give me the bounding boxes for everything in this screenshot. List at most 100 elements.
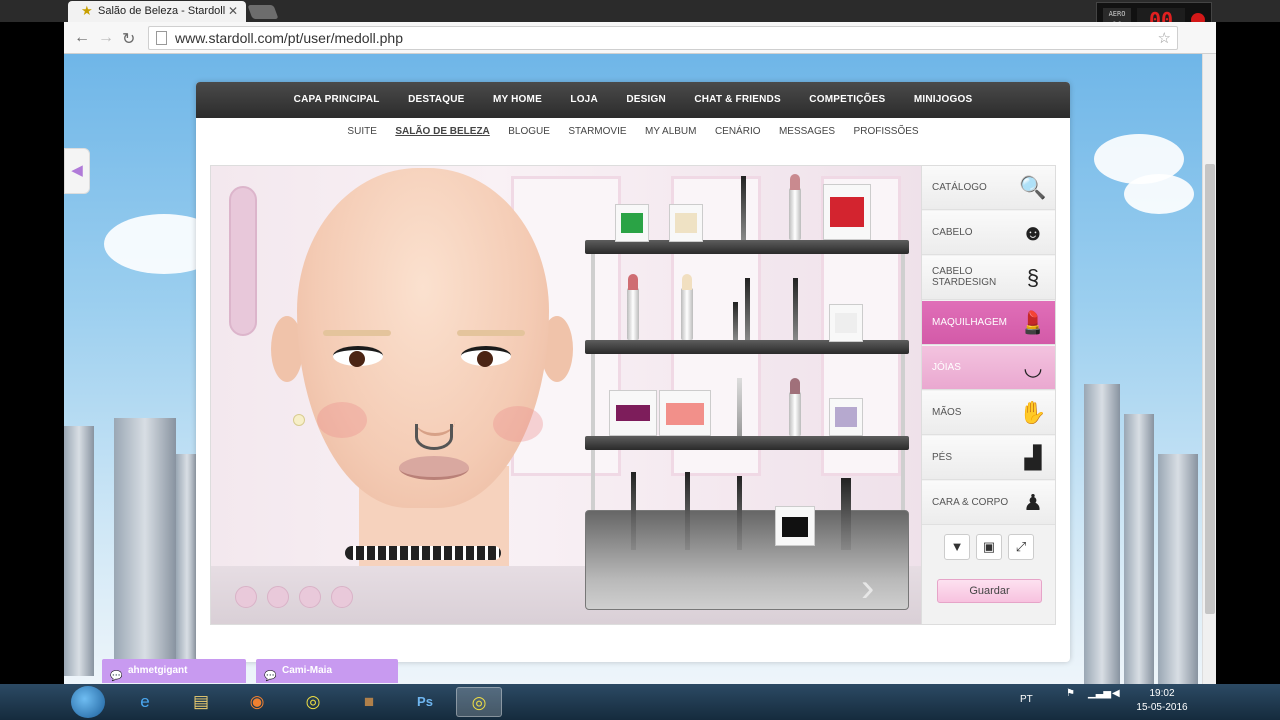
- menu-maos[interactable]: MÃOS ✋: [922, 391, 1055, 435]
- subnav-starmovie[interactable]: STARMOVIE: [568, 118, 626, 146]
- eyeshadow-lavender[interactable]: [829, 398, 863, 436]
- nav-destaque[interactable]: DESTAQUE: [408, 82, 464, 118]
- address-bar[interactable]: www.stardoll.com/pt/user/medoll.php ☆: [148, 26, 1178, 50]
- building-decoration: [114, 418, 176, 678]
- firefox-icon[interactable]: ◉: [234, 687, 280, 717]
- foot-icon: ▟: [1024, 445, 1042, 470]
- nav-competicoes[interactable]: COMPETIÇÕES: [809, 82, 885, 118]
- shelf-pole: [591, 246, 595, 516]
- left-border: [0, 22, 64, 684]
- eyeliner-item[interactable]: [737, 378, 742, 436]
- subnav-suite[interactable]: SUITE: [347, 118, 376, 146]
- fullscreen-button[interactable]: ⤢: [1008, 534, 1034, 560]
- blush-coral[interactable]: [659, 390, 711, 436]
- reload-icon[interactable]: ↻: [122, 29, 135, 49]
- page-icon: [156, 31, 167, 45]
- subnav-my-album[interactable]: MY ALBUM: [645, 118, 697, 146]
- menu-cabelo[interactable]: CABELO ☻: [922, 211, 1055, 255]
- bookmark-star-icon[interactable]: ☆: [1158, 29, 1171, 47]
- eyeshadow-palette-purple[interactable]: [609, 390, 657, 436]
- nav-chat-friends[interactable]: CHAT & FRIENDS: [694, 82, 781, 118]
- menu-maquilhagem[interactable]: MAQUILHAGEM 💄: [922, 301, 1055, 345]
- subnav-salao-de-beleza[interactable]: SALÃO DE BELEZA: [395, 118, 489, 146]
- lipstick-mauve[interactable]: [789, 378, 801, 436]
- makeover-stage: › CATÁLOGO 🔍 CABELO ☻ CABELO STARDESIGN …: [210, 165, 1056, 625]
- forward-arrow-icon[interactable]: →: [98, 29, 114, 47]
- next-arrow-icon[interactable]: ›: [861, 566, 874, 611]
- taskbar: e ▤ ◉ ◎ ■ Ps ◎ PT ⚑ ▁▃▅ ◀ 19:02 15-05-20…: [0, 684, 1280, 720]
- menu-cabelo-stardesign[interactable]: CABELO STARDESIGN §: [922, 256, 1055, 300]
- announcement-tab[interactable]: ◀: [64, 148, 90, 194]
- file-explorer-icon[interactable]: ▤: [178, 687, 224, 717]
- mascara-item[interactable]: [741, 176, 746, 240]
- menu-catalogo[interactable]: CATÁLOGO 🔍: [922, 166, 1055, 210]
- eyeliner-item[interactable]: [631, 472, 636, 550]
- shelf-top: [585, 240, 909, 254]
- makeup-icon: 💄: [1019, 310, 1047, 335]
- chrome-icon[interactable]: ◎: [290, 687, 336, 717]
- eyeliner-item[interactable]: [745, 278, 750, 340]
- mascara-item[interactable]: [793, 278, 798, 340]
- eyeshadow-black[interactable]: [775, 506, 815, 546]
- back-arrow-icon[interactable]: ←: [74, 29, 90, 47]
- rotate-left-button[interactable]: [235, 586, 257, 608]
- right-border: [1216, 22, 1280, 684]
- start-button[interactable]: [71, 686, 105, 718]
- eyeshadow-white[interactable]: [829, 304, 863, 342]
- beauty-salon-panel: CAPA PRINCIPAL DESTAQUE MY HOME LOJA DES…: [196, 82, 1070, 662]
- category-menu: CATÁLOGO 🔍 CABELO ☻ CABELO STARDESIGN § …: [921, 166, 1055, 624]
- chat-tab-cami-maia[interactable]: 💬 Cami-Maia: [256, 659, 398, 683]
- mascara-item[interactable]: [737, 476, 742, 550]
- menu-pes[interactable]: PÉS ▟: [922, 436, 1055, 480]
- nav-loja[interactable]: LOJA: [570, 82, 597, 118]
- reset-button[interactable]: [331, 586, 353, 608]
- rotate-right-button[interactable]: [267, 586, 289, 608]
- language-indicator[interactable]: PT: [1020, 694, 1033, 705]
- close-tab-icon[interactable]: ✕: [228, 4, 238, 18]
- cloud-decoration: [1124, 174, 1194, 214]
- chat-tab-ahmetgigant[interactable]: 💬 ahmetgigant: [102, 659, 246, 683]
- outfit-button[interactable]: ▼: [944, 534, 970, 560]
- system-clock[interactable]: 19:02 15-05-2016: [1134, 687, 1190, 715]
- save-button[interactable]: Guardar: [937, 579, 1042, 603]
- mascara-item[interactable]: [841, 478, 851, 550]
- new-tab-button[interactable]: [247, 5, 279, 19]
- chrome-active-icon[interactable]: ◎: [456, 687, 502, 717]
- building-decoration: [64, 426, 94, 676]
- eyeliner-item[interactable]: [733, 302, 738, 340]
- doll-left-brow: [323, 330, 391, 336]
- nav-my-home[interactable]: MY HOME: [493, 82, 542, 118]
- eyeliner-item[interactable]: [685, 472, 690, 550]
- subnav-messages[interactable]: MESSAGES: [779, 118, 835, 146]
- eyeshadow-cream[interactable]: [669, 204, 703, 242]
- subnav-profissoes[interactable]: PROFISSÕES: [854, 118, 919, 146]
- building-decoration: [1158, 454, 1198, 684]
- doll-left-eye: [333, 346, 383, 367]
- undo-button[interactable]: [299, 586, 321, 608]
- menu-cara-corpo[interactable]: CARA & CORPO ♟: [922, 481, 1055, 525]
- lipstick-pink[interactable]: [789, 174, 801, 240]
- stardoll-favicon-icon: ★: [81, 3, 93, 18]
- browser-tab[interactable]: ★ Salão de Beleza - Stardoll ✕: [68, 1, 246, 22]
- camera-button[interactable]: ▣: [976, 534, 1002, 560]
- internet-explorer-icon[interactable]: e: [122, 687, 168, 717]
- eyeshadow-green[interactable]: [615, 204, 649, 242]
- subnav-blogue[interactable]: BLOGUE: [508, 118, 550, 146]
- app-icon[interactable]: ■: [346, 687, 392, 717]
- page-scrollbar[interactable]: [1202, 54, 1216, 684]
- menu-joias[interactable]: JÓIAS ◡: [922, 346, 1055, 390]
- nav-design[interactable]: DESIGN: [626, 82, 666, 118]
- lipstick-cream[interactable]: [681, 274, 693, 340]
- subnav-cenario[interactable]: CENÁRIO: [715, 118, 761, 146]
- nav-capa-principal[interactable]: CAPA PRINCIPAL: [294, 82, 380, 118]
- hair-icon: ☻: [1021, 220, 1045, 245]
- scrollbar-thumb[interactable]: [1205, 164, 1215, 614]
- lipstick-rose[interactable]: [627, 274, 639, 340]
- zoom-slider[interactable]: [229, 186, 257, 336]
- nav-minijogos[interactable]: MINIJOGOS: [914, 82, 972, 118]
- shelf-3: [585, 436, 909, 450]
- blush-red[interactable]: [823, 184, 871, 240]
- doll-left-cheek: [317, 402, 367, 438]
- building-decoration: [176, 454, 198, 674]
- photoshop-icon[interactable]: Ps: [402, 687, 448, 717]
